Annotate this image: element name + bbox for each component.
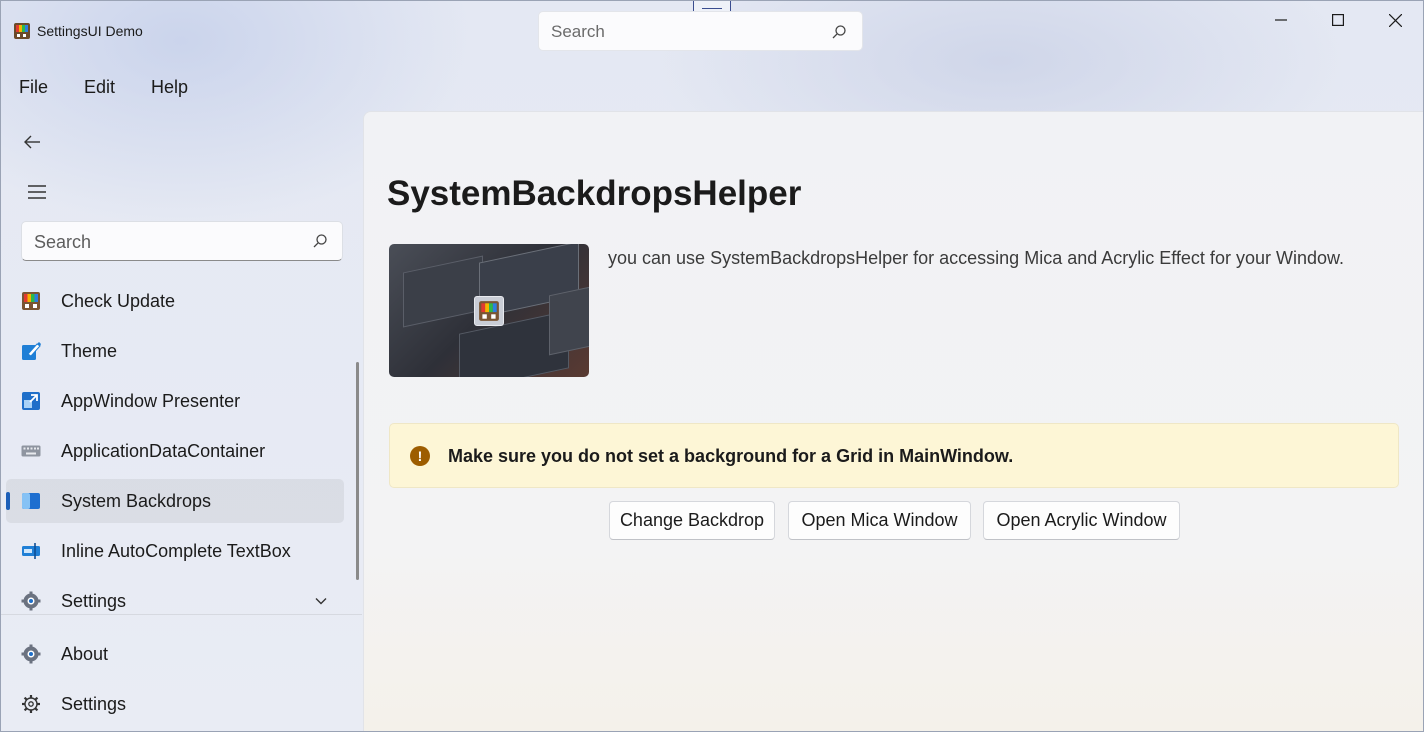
window-title: SettingsUI Demo: [37, 23, 143, 39]
nav-item-label: ApplicationDataContainer: [61, 441, 266, 461]
infobar-message: Make sure you do not set a background fo…: [448, 446, 1014, 466]
search-icon[interactable]: [312, 233, 328, 249]
page-title: SystemBackdropsHelper: [387, 174, 802, 213]
open-acrylic-window-button[interactable]: Open Acrylic Window: [983, 501, 1180, 540]
open-mica-window-button[interactable]: Open Mica Window: [788, 501, 971, 540]
nav-item-appwindow-presenter[interactable]: AppWindow Presenter: [6, 379, 344, 423]
hero-window-preview: [549, 282, 589, 356]
nav-footer-label: Settings: [61, 694, 127, 714]
title-search-box[interactable]: [538, 11, 863, 51]
hero-app-logo-icon: [474, 296, 504, 326]
back-arrow-icon: [24, 135, 40, 149]
nav-footer-divider: [1, 614, 362, 615]
title-search-input[interactable]: [551, 20, 821, 44]
nav-item-settings-expandable[interactable]: Settings: [6, 579, 344, 613]
maximize-icon: [1332, 14, 1344, 26]
theme-icon: [22, 342, 41, 360]
app-window: SettingsUI Demo File Edit Help: [0, 0, 1424, 732]
nav-item-application-data-container[interactable]: ApplicationDataContainer: [6, 429, 344, 473]
nav-footer-about[interactable]: About: [6, 632, 344, 676]
nav-item-label: System Backdrops: [61, 491, 212, 511]
nav-search-input[interactable]: [34, 230, 294, 254]
check-update-icon: [22, 292, 40, 310]
search-icon[interactable]: [831, 24, 847, 40]
warning-icon: !: [410, 446, 430, 466]
nav-search-box[interactable]: [21, 221, 343, 261]
menu-file[interactable]: File: [1, 67, 66, 107]
chevron-down-icon[interactable]: [314, 594, 328, 608]
minimize-button[interactable]: [1253, 1, 1309, 39]
gear-icon: [22, 695, 40, 713]
nav-item-theme[interactable]: Theme: [6, 329, 344, 373]
nav-menu-list: Check Update Theme AppWindow Presenter A…: [1, 277, 361, 613]
backdrop-icon: [22, 493, 40, 509]
textbox-icon: [22, 543, 40, 559]
content-frame: SystemBackdropsHelper you can use System…: [363, 111, 1423, 731]
app-window-icon: [22, 392, 40, 410]
gear-icon: [21, 644, 41, 664]
nav-item-label: Check Update: [61, 291, 176, 311]
nav-scrollbar[interactable]: [356, 362, 359, 580]
nav-footer-settings[interactable]: Settings: [6, 682, 344, 726]
menu-help[interactable]: Help: [133, 67, 206, 107]
keyboard-icon: [21, 445, 41, 457]
hamburger-icon: [28, 185, 46, 199]
warning-infobar: ! Make sure you do not set a background …: [389, 423, 1399, 488]
hero-image: [389, 244, 589, 377]
nav-item-label: Inline AutoComplete TextBox: [61, 541, 291, 561]
minimize-icon: [1275, 19, 1287, 21]
gear-icon: [21, 591, 41, 611]
maximize-button[interactable]: [1310, 1, 1366, 39]
menu-edit[interactable]: Edit: [66, 67, 133, 107]
nav-item-label: Settings: [61, 591, 127, 611]
close-icon: [1388, 13, 1402, 27]
title-bar[interactable]: SettingsUI Demo: [1, 1, 1423, 61]
selection-indicator: [6, 492, 10, 510]
menu-bar: File Edit Help: [1, 67, 206, 107]
nav-item-label: AppWindow Presenter: [61, 391, 241, 411]
page-description: you can use SystemBackdropsHelper for ac…: [608, 248, 1344, 268]
menu-toggle-button[interactable]: [18, 173, 56, 211]
change-backdrop-button[interactable]: Change Backdrop: [609, 501, 775, 540]
back-button[interactable]: [13, 123, 51, 161]
nav-item-system-backdrops[interactable]: System Backdrops: [6, 479, 344, 523]
app-logo-icon: [14, 23, 30, 39]
close-button[interactable]: [1367, 1, 1423, 39]
nav-item-inline-autocomplete-textbox[interactable]: Inline AutoComplete TextBox: [6, 529, 344, 573]
nav-item-check-update[interactable]: Check Update: [6, 279, 344, 323]
hero-window-preview: [403, 255, 483, 328]
nav-item-label: Theme: [61, 341, 118, 361]
nav-footer-label: About: [61, 644, 109, 664]
